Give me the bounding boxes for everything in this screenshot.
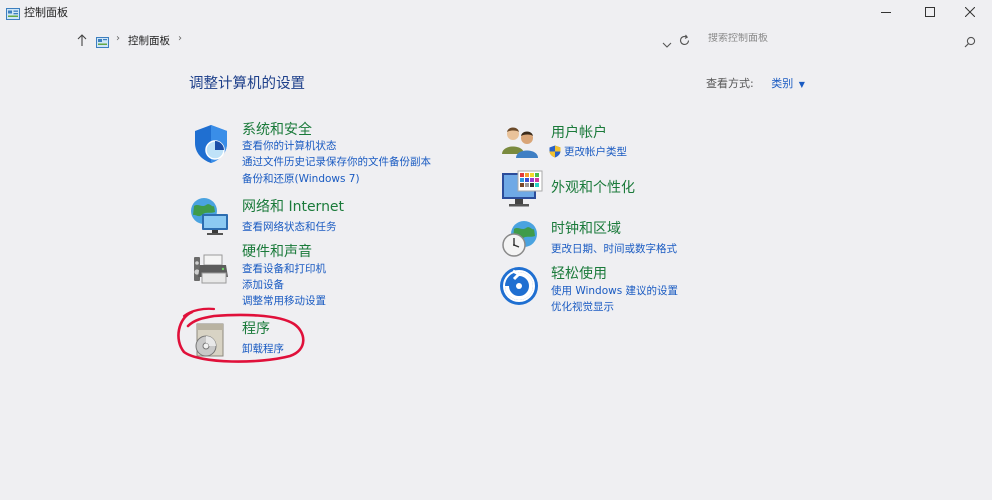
address-bar: › 控制面板 › [0, 28, 992, 52]
uac-shield-icon [549, 143, 561, 162]
category-link[interactable]: 备份和还原(Windows 7) [242, 171, 360, 186]
category-link[interactable]: 添加设备 [242, 277, 284, 292]
up-arrow-icon[interactable] [76, 32, 88, 51]
category-title[interactable]: 用户帐户 [551, 122, 607, 142]
category-title[interactable]: 外观和个性化 [551, 177, 635, 197]
control-panel-icon [96, 33, 109, 48]
category-link[interactable]: 优化视觉显示 [551, 299, 614, 314]
control-panel-icon [6, 5, 20, 20]
search-box [704, 30, 984, 50]
category-link[interactable]: 查看网络状态和任务 [242, 219, 337, 234]
monitor-palette-icon[interactable] [500, 170, 544, 214]
page-title: 调整计算机的设置 [189, 76, 305, 92]
chevron-down-icon[interactable]: ▼ [799, 80, 805, 89]
title-bar: 控制面板 [0, 0, 992, 24]
network-globe-icon[interactable] [188, 194, 232, 240]
clock-globe-icon[interactable] [500, 219, 540, 263]
chevron-right-icon[interactable]: › [178, 33, 182, 44]
category-link[interactable]: 使用 Windows 建议的设置 [551, 283, 678, 298]
chevron-down-icon[interactable] [662, 34, 672, 53]
search-input[interactable] [708, 33, 948, 44]
shield-icon[interactable] [190, 123, 232, 169]
category-title[interactable]: 系统和安全 [242, 119, 312, 139]
breadcrumb-item[interactable]: 控制面板 [128, 33, 170, 48]
close-icon [965, 7, 975, 17]
search-icon[interactable] [964, 33, 976, 52]
category-link[interactable]: 通过文件历史记录保存你的文件备份副本 [242, 154, 431, 169]
category-link[interactable]: 查看你的计算机状态 [242, 138, 337, 153]
view-by-label: 查看方式: [706, 77, 754, 90]
ease-of-access-icon[interactable] [499, 266, 539, 310]
chevron-right-icon[interactable]: › [116, 33, 120, 44]
category-title[interactable]: 网络和 Internet [242, 196, 344, 216]
maximize-icon [925, 7, 935, 17]
view-by-dropdown[interactable]: 类别 [771, 77, 793, 90]
refresh-icon[interactable] [678, 32, 691, 51]
maximize-button[interactable] [908, 0, 952, 24]
view-by-control: 查看方式: 类别 ▼ [706, 75, 805, 91]
category-link[interactable]: 查看设备和打印机 [242, 261, 326, 276]
minimize-button[interactable] [864, 0, 908, 24]
category-title[interactable]: 硬件和声音 [242, 241, 312, 261]
window-title: 控制面板 [24, 6, 68, 19]
category-title[interactable]: 轻松使用 [551, 263, 607, 283]
category-title[interactable]: 时钟和区域 [551, 218, 621, 238]
users-icon[interactable] [500, 124, 540, 164]
category-link[interactable]: 更改帐户类型 [564, 144, 627, 159]
printer-speaker-icon[interactable] [190, 247, 234, 291]
close-button[interactable] [948, 0, 992, 24]
category-link[interactable]: 更改日期、时间或数字格式 [551, 241, 677, 256]
minimize-icon [881, 12, 891, 13]
annotation-circle [177, 307, 305, 363]
